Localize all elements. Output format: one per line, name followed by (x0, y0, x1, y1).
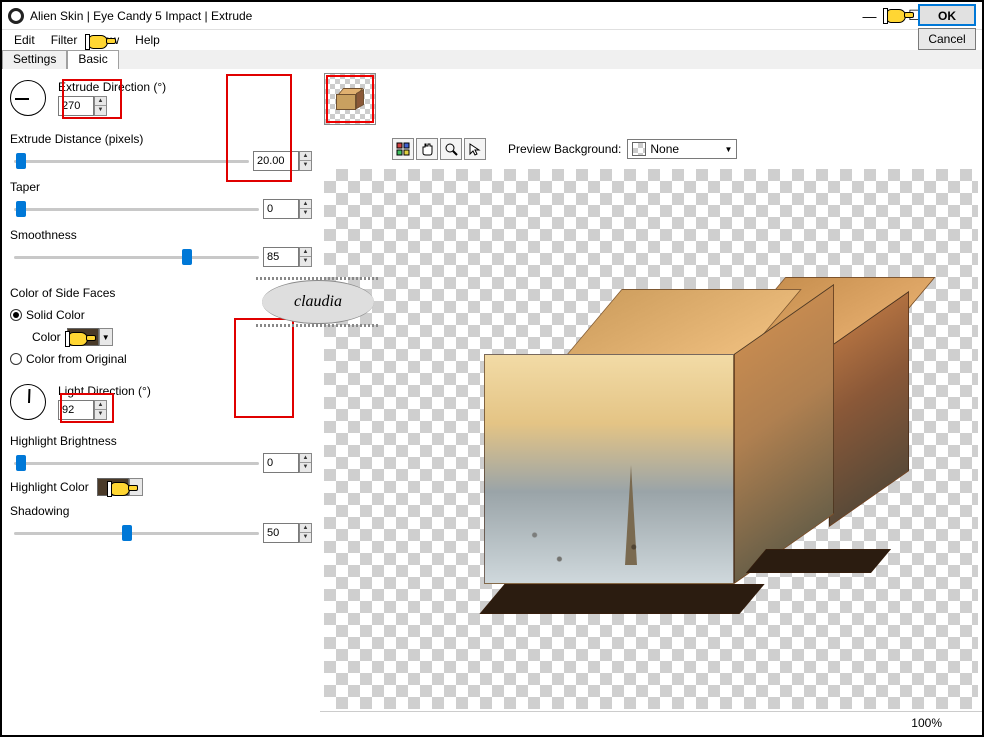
spinner-buttons[interactable]: ▲▼ (94, 96, 107, 116)
chevron-down-icon: ▼ (724, 145, 732, 154)
light-direction-input[interactable] (58, 400, 94, 420)
menu-filter[interactable]: Filter (43, 31, 86, 49)
menu-help[interactable]: Help (127, 31, 168, 49)
zoom-level: 100% (911, 716, 942, 730)
statusbar: 100% (320, 711, 982, 733)
menu-edit[interactable]: Edit (6, 31, 43, 49)
extrude-direction-dial[interactable] (10, 80, 46, 116)
titlebar: Alien Skin | Eye Candy 5 Impact | Extrud… (2, 2, 982, 30)
extrude-direction-input[interactable] (58, 96, 94, 116)
smoothness-input[interactable] (263, 247, 299, 267)
taper-input[interactable] (263, 199, 299, 219)
highlight-color-label: Highlight Color (10, 480, 89, 494)
preview-panel: Preview Background: None ▼ (320, 69, 982, 733)
color-from-original-label: Color from Original (26, 352, 127, 366)
cube-icon (334, 86, 366, 112)
color-dropdown[interactable]: ▼ (99, 328, 113, 346)
taper-slider[interactable] (14, 208, 259, 211)
ok-button[interactable]: OK (918, 4, 976, 26)
solid-color-radio[interactable] (10, 309, 22, 321)
hand-tool-icon[interactable] (416, 138, 438, 160)
spinner-buttons[interactable]: ▲▼ (299, 199, 312, 219)
highlight-color-dropdown[interactable]: ▼ (129, 478, 143, 496)
spinner-buttons[interactable]: ▲▼ (299, 523, 312, 543)
highlight-color-swatch[interactable] (97, 478, 129, 496)
dialog-buttons: OK Cancel (918, 4, 976, 50)
menu-view[interactable]: View (85, 31, 127, 49)
light-direction-label: Light Direction (°) (58, 384, 151, 398)
highlight-brightness-label: Highlight Brightness (10, 434, 117, 448)
cancel-button[interactable]: Cancel (918, 28, 976, 50)
content: Extrude Direction (°) ▲▼ Extrude Distanc… (2, 69, 982, 733)
shadowing-label: Shadowing (10, 504, 69, 518)
extrude-distance-slider[interactable] (14, 160, 249, 163)
preview-canvas[interactable] (324, 169, 978, 709)
pointer-tool-icon[interactable] (464, 138, 486, 160)
parameters-panel: Extrude Direction (°) ▲▼ Extrude Distanc… (2, 69, 320, 733)
shadowing-input[interactable] (263, 523, 299, 543)
light-direction-dial[interactable] (10, 384, 46, 420)
app-icon (8, 8, 24, 24)
highlight-brightness-input[interactable] (263, 453, 299, 473)
plugin-window: Alien Skin | Eye Candy 5 Impact | Extrud… (0, 0, 984, 737)
spinner-buttons[interactable]: ▲▼ (299, 247, 312, 267)
zoom-tool-icon[interactable] (440, 138, 462, 160)
tab-basic[interactable]: Basic (67, 50, 118, 69)
color-label: Color (32, 330, 61, 344)
spinner-buttons[interactable]: ▲▼ (299, 151, 312, 171)
extrude-direction-label: Extrude Direction (°) (58, 80, 166, 94)
shadowing-slider[interactable] (14, 532, 259, 535)
side-color-swatch[interactable] (67, 328, 99, 346)
preview-bg-label: Preview Background: (508, 142, 621, 156)
preview-bg-select[interactable]: None ▼ (627, 139, 737, 159)
minimize-button[interactable]: — (847, 2, 892, 30)
transparency-swatch-icon (632, 142, 646, 156)
highlight-brightness-slider[interactable] (14, 462, 259, 465)
color-from-original-radio[interactable] (10, 353, 22, 365)
preview-toolbar: Preview Background: None ▼ (320, 129, 982, 169)
tab-settings[interactable]: Settings (2, 50, 67, 69)
window-title: Alien Skin | Eye Candy 5 Impact | Extrud… (30, 9, 847, 23)
tab-strip: Settings Basic (2, 50, 982, 69)
smoothness-label: Smoothness (10, 228, 77, 242)
spinner-buttons[interactable]: ▲▼ (94, 400, 107, 420)
watermark: claudia (262, 280, 374, 324)
extrude-distance-input[interactable] (253, 151, 299, 171)
menubar: Edit Filter View Help (2, 30, 982, 50)
extrude-distance-label: Extrude Distance (pixels) (10, 132, 143, 146)
spinner-buttons[interactable]: ▲▼ (299, 453, 312, 473)
smoothness-slider[interactable] (14, 256, 259, 259)
taper-label: Taper (10, 180, 40, 194)
fit-color-tool-icon[interactable] (392, 138, 414, 160)
side-face-group-label: Color of Side Faces (10, 286, 115, 300)
preset-thumbnail[interactable] (324, 73, 376, 125)
solid-color-label: Solid Color (26, 308, 85, 322)
preview-bg-value: None (650, 142, 679, 156)
